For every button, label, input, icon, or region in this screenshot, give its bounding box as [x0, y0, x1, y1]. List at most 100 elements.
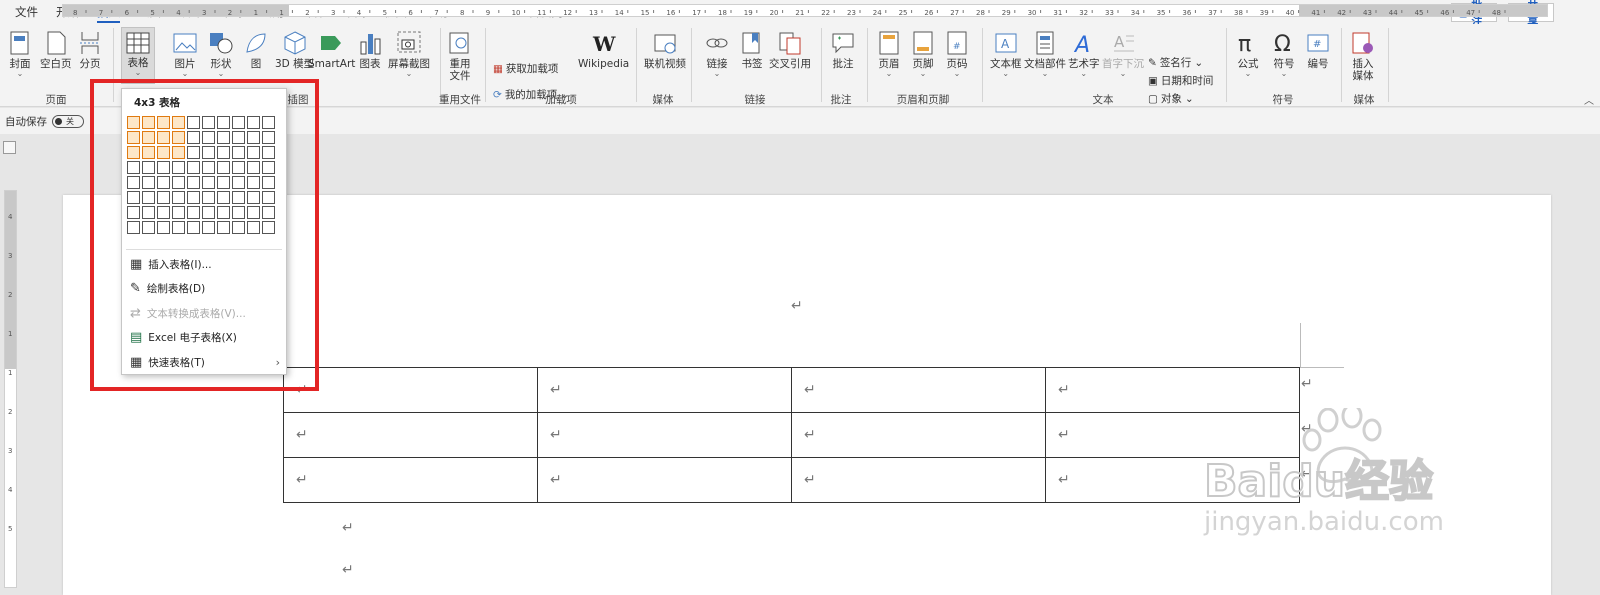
svg-text:A: A [1001, 37, 1010, 51]
ruler-label: 23 [847, 9, 856, 17]
table-cell[interactable]: ↵ [537, 412, 792, 458]
ruler-label: 8 [73, 9, 77, 17]
ruler-label: 13 [589, 9, 598, 17]
ruler-label: 4 [8, 213, 13, 221]
cover-page-button[interactable]: 封面 ⌄ [8, 30, 32, 78]
ruler-label: 7 [434, 9, 438, 17]
quick-parts-button[interactable]: 文档部件 ⌄ [1024, 30, 1066, 78]
cross-reference-button[interactable]: 交叉引用 [769, 30, 811, 70]
footer-icon [913, 31, 933, 55]
blank-page-button[interactable]: 空白页 [40, 30, 72, 70]
document-table[interactable]: ↵ ↵ ↵ ↵ ↵ ↵ ↵ ↵ ↵ ↵ ↵ ↵ [283, 367, 1300, 503]
wordart-button[interactable]: A 艺术字 ⌄ [1068, 30, 1100, 78]
link-button[interactable]: 链接 ⌄ [704, 30, 730, 78]
autosave-toggle[interactable]: 关 [52, 114, 84, 128]
reuse-files-button[interactable]: 重用文件 [447, 30, 473, 82]
signature-line-button[interactable]: ✎ 签名行 ⌄ [1148, 55, 1203, 70]
table-cell[interactable]: ↵ [1045, 412, 1300, 458]
insert-media-button[interactable]: 插入媒体 [1350, 30, 1376, 82]
online-video-button[interactable]: 联机视频 [644, 30, 686, 70]
ruler-label: 6 [125, 9, 130, 17]
table-cell[interactable]: ↵ [537, 367, 792, 413]
textbox-button[interactable]: A 文本框 ⌄ [990, 30, 1022, 78]
pi-icon: π [1238, 32, 1251, 56]
table-cell[interactable]: ↵ [283, 367, 538, 413]
paragraph-mark: ↵ [342, 562, 354, 578]
drop-cap-button[interactable]: A 首字下沉 ⌄ [1102, 30, 1144, 78]
cover-page-icon [10, 31, 29, 55]
ruler-label: 6 [408, 9, 413, 17]
row-end-mark: ↵ [1301, 421, 1313, 437]
separator [1388, 28, 1389, 102]
separator [982, 28, 983, 102]
table-cell[interactable]: ↵ [791, 412, 1046, 458]
ruler-label: 8 [460, 9, 464, 17]
ruler-label: 1 [8, 369, 12, 377]
tab-stop-selector[interactable] [3, 141, 16, 154]
separator [691, 28, 692, 102]
vertical-ruler[interactable]: 4 3 2 1 1 2 3 4 5 [4, 190, 17, 588]
textbox-icon: A [995, 33, 1017, 53]
object-button[interactable]: ▢ 对象 ⌄ [1148, 91, 1194, 106]
separator [440, 28, 441, 102]
row-end-mark: ↵ [1301, 466, 1313, 482]
ruler-label: 11 [537, 9, 546, 17]
symbol-button[interactable]: Ω 符号 ⌄ [1272, 30, 1296, 78]
menu-tab[interactable]: 文件 [6, 0, 47, 24]
addin-icon: ⟳ [493, 88, 502, 101]
table-cell[interactable]: ↵ [1045, 367, 1300, 413]
wordart-icon: A [1073, 33, 1090, 56]
shapes-button[interactable]: 形状 ⌄ [208, 30, 234, 78]
ruler-label: 20 [770, 9, 779, 17]
number-button[interactable]: # 编号 [1305, 30, 1331, 70]
bookmark-button[interactable]: 书签 [740, 30, 764, 70]
ruler-label: 2 [228, 9, 232, 17]
drop-cap-icon: A [1114, 33, 1134, 52]
bookmark-icon [742, 32, 760, 54]
picture-button[interactable]: 图片 ⌄ [172, 30, 198, 78]
header-button[interactable]: 页眉 ⌄ [877, 30, 901, 78]
table-cell[interactable]: ↵ [1045, 457, 1300, 503]
table-cell[interactable]: ↵ [283, 412, 538, 458]
wikipedia-button[interactable]: W Wikipedia [578, 30, 629, 70]
ruler-label: 39 [1260, 9, 1269, 17]
ruler-label: 17 [692, 9, 701, 17]
table-cell[interactable]: ↵ [283, 457, 538, 503]
icons-button[interactable]: 图标 [243, 30, 269, 70]
group-label-header-footer: 页眉和页脚 [896, 94, 950, 106]
table-cell[interactable]: ↵ [791, 367, 1046, 413]
ruler-label: 43 [1363, 9, 1372, 17]
date-time-button[interactable]: ▣ 日期和时间 [1148, 73, 1213, 88]
smartart-button[interactable]: SmartArt [308, 30, 355, 70]
table-button[interactable]: 表格 ⌄ [121, 27, 155, 84]
ruler-label: 42 [1337, 9, 1346, 17]
media-icon [1352, 32, 1373, 54]
footer-button[interactable]: 页脚 ⌄ [911, 30, 935, 78]
separator [867, 28, 868, 102]
wikipedia-icon: W [592, 32, 616, 56]
table-cell[interactable]: ↵ [537, 457, 792, 503]
toggle-knob [55, 117, 62, 125]
ruler-label: 14 [615, 9, 624, 17]
ruler-label: 1 [8, 330, 12, 338]
ruler-label: 5 [8, 525, 12, 533]
new-comment-button[interactable]: 批注 [830, 30, 856, 70]
table-cell[interactable]: ↵ [791, 457, 1046, 503]
get-addins-button[interactable]: ▦ 获取加载项 [493, 61, 558, 76]
ruler-label: 38 [1234, 9, 1243, 17]
ruler-label: 44 [1389, 9, 1398, 17]
page-break-button[interactable]: 分页 [78, 30, 102, 70]
smartart-icon [320, 36, 341, 50]
chart-button[interactable]: 图表 [358, 30, 382, 70]
screenshot-button[interactable]: 屏幕截图 ⌄ [388, 30, 430, 78]
ruler-label: 5 [383, 9, 387, 17]
signature-icon: ✎ [1148, 56, 1157, 69]
page-number-button[interactable]: # 页码 ⌄ [945, 30, 969, 78]
equation-button[interactable]: π 公式 ⌄ [1236, 30, 1260, 78]
collapse-ribbon-icon[interactable]: ︿ [1584, 92, 1594, 107]
group-label-page: 页面 [45, 94, 67, 106]
ruler-label: 34 [1131, 9, 1140, 17]
shapes-icon [210, 33, 233, 54]
paragraph-mark: ↵ [342, 520, 354, 536]
horizontal-ruler[interactable]: 8 7 6 5 4 3 2 1 1 2 3 4 5 6 7 8 9 10 11 12 13 14 15 16 17 18 19 20 2… [62, 4, 1548, 17]
